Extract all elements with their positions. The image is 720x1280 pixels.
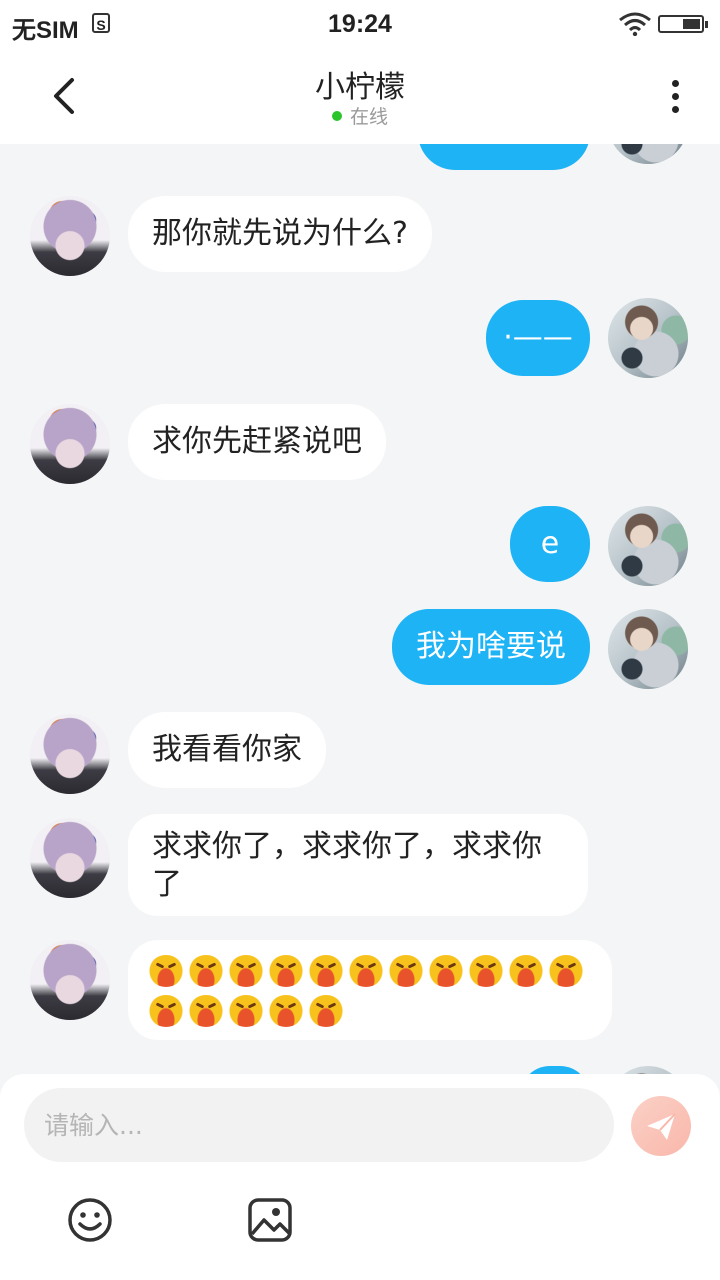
more-options-button[interactable]	[660, 76, 692, 116]
crying-laughing-emoji	[348, 955, 384, 987]
my-avatar[interactable]	[608, 609, 688, 689]
contact-avatar[interactable]	[30, 196, 110, 276]
contact-avatar[interactable]	[30, 818, 110, 898]
chat-header: 小柠檬 在线	[0, 48, 720, 144]
my-avatar[interactable]	[608, 1066, 688, 1074]
outgoing-bubble[interactable]: e	[510, 506, 590, 582]
incoming-bubble[interactable]: 我看看你家	[128, 712, 326, 788]
contact-avatar[interactable]	[30, 940, 110, 1020]
wifi-icon	[619, 12, 651, 36]
crying-laughing-emoji	[268, 955, 304, 987]
online-status-label: 在线	[349, 106, 388, 128]
crying-laughing-emoji	[148, 955, 184, 987]
emoji-button[interactable]	[66, 1196, 114, 1244]
crying-laughing-emoji	[468, 955, 504, 987]
battery-icon	[658, 15, 708, 33]
more-dot	[672, 93, 679, 100]
crying-laughing-emoji	[148, 995, 184, 1027]
contact-avatar[interactable]	[30, 404, 110, 484]
status-bar: 无SIM S 19:24	[0, 0, 720, 48]
image-button[interactable]	[246, 1196, 294, 1244]
more-vertical-icon	[672, 80, 679, 87]
crying-laughing-emoji	[228, 955, 264, 987]
crying-laughing-emoji	[388, 955, 424, 987]
message-input[interactable]	[24, 1088, 614, 1162]
crying-laughing-emoji	[548, 955, 584, 987]
contact-name: 小柠檬	[315, 70, 405, 105]
crying-laughing-emoji	[428, 955, 464, 987]
crying-laughing-emoji	[228, 995, 264, 1027]
online-dot-icon	[331, 111, 342, 121]
incoming-bubble[interactable]: 求你先赶紧说吧	[128, 404, 386, 480]
incoming-bubble[interactable]: 那你就先说为什么?	[128, 196, 432, 272]
send-button[interactable]	[631, 1096, 691, 1156]
crying-laughing-emoji	[188, 955, 224, 987]
crying-laughing-emoji	[268, 995, 304, 1027]
send-icon	[647, 1113, 676, 1140]
online-status: 在线	[0, 102, 720, 129]
crying-laughing-emoji	[508, 955, 544, 987]
contact-avatar[interactable]	[30, 714, 110, 794]
my-avatar[interactable]	[608, 298, 688, 378]
crying-laughing-emoji	[308, 955, 344, 987]
outgoing-bubble[interactable]: 我为啥要说	[392, 609, 590, 685]
battery-level	[683, 19, 700, 29]
my-avatar[interactable]	[608, 144, 688, 164]
composer	[0, 1074, 720, 1280]
emoji-bubble[interactable]	[128, 940, 612, 1040]
outgoing-bubble[interactable]	[520, 1066, 590, 1074]
clock: 19:24	[328, 10, 392, 38]
incoming-bubble[interactable]: 求求你了，求求你了，求求你了	[128, 814, 588, 916]
more-dot	[672, 106, 679, 113]
image-icon	[248, 1198, 292, 1242]
crying-laughing-emoji	[188, 995, 224, 1027]
my-avatar[interactable]	[608, 506, 688, 586]
smiley-icon	[68, 1198, 112, 1242]
outgoing-bubble[interactable]	[418, 144, 590, 170]
outgoing-bubble[interactable]: ·——	[486, 300, 590, 376]
crying-laughing-emoji	[308, 995, 344, 1027]
message-list[interactable]: 那你就先说为什么? ·—— 求你先赶紧说吧 e 我为啥要说 我看看你家 求求你了…	[0, 144, 720, 1074]
